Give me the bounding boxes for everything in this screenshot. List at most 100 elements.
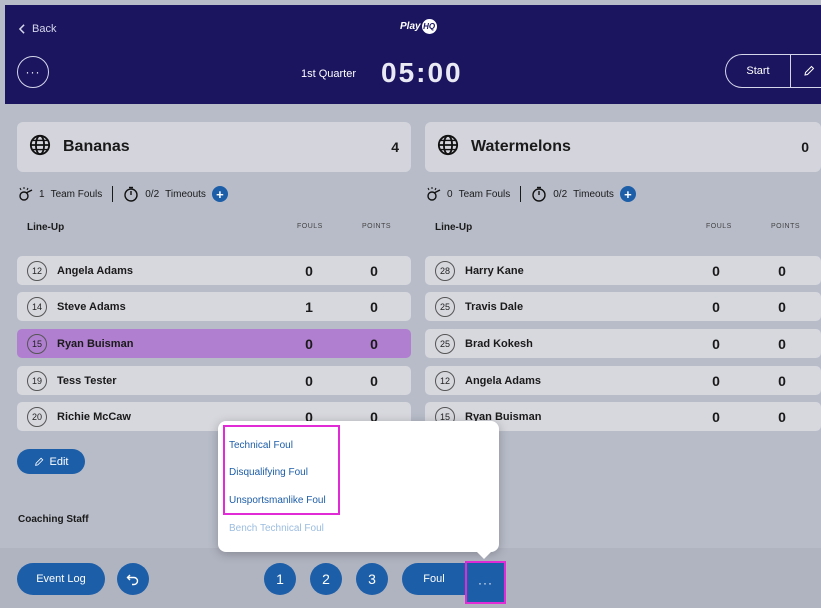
team-fouls-label: Team Fouls: [458, 188, 511, 200]
plus-icon: +: [216, 186, 224, 202]
whistle-icon: [427, 187, 441, 201]
player-fouls: 0: [712, 298, 720, 315]
technical-foul-option[interactable]: Technical Foul: [229, 440, 293, 451]
timeouts-label: Timeouts: [165, 188, 206, 200]
pencil-icon: [34, 457, 43, 466]
pencil-icon: [804, 65, 815, 76]
top-header: Back Play HQ ··· 1st Quarter 05:00 Start: [5, 5, 821, 104]
clock-controls: Start: [725, 54, 821, 88]
player-fouls: 0: [712, 262, 720, 279]
player-points: 0: [778, 298, 786, 315]
player-fouls: 0: [712, 335, 720, 352]
player-row[interactable]: 25 Brad Kokesh 0 0: [425, 329, 821, 358]
team-name: Watermelons: [471, 138, 571, 155]
player-row-selected[interactable]: 15 Ryan Buisman 0 0: [17, 329, 411, 358]
player-fouls: 0: [712, 408, 720, 425]
player-name: Steve Adams: [57, 300, 126, 313]
jersey-number: 15: [27, 333, 47, 354]
undo-icon: [126, 574, 139, 586]
whistle-icon: [19, 187, 33, 201]
player-points: 0: [370, 262, 378, 279]
add-timeout-button[interactable]: +: [619, 186, 636, 202]
player-row[interactable]: 14 Steve Adams 1 0: [17, 292, 411, 321]
team-score: 4: [391, 139, 399, 155]
foul-label: Foul: [423, 573, 445, 585]
player-row[interactable]: 12 Angela Adams 0 0: [17, 256, 411, 285]
edit-clock-button[interactable]: [791, 65, 821, 77]
player-fouls: 0: [305, 262, 313, 279]
jersey-number: 12: [27, 260, 47, 281]
timer-icon: [124, 186, 138, 202]
player-fouls: 1: [305, 298, 313, 315]
add-timeout-button[interactable]: +: [211, 186, 228, 202]
player-points: 0: [778, 372, 786, 389]
player-name: Brad Kokesh: [465, 337, 533, 350]
undo-button[interactable]: [117, 563, 149, 595]
divider: [520, 186, 522, 202]
player-fouls: 0: [305, 335, 313, 352]
player-name: Angela Adams: [465, 374, 542, 387]
team-score: 0: [801, 139, 809, 155]
player-points: 0: [370, 335, 378, 352]
start-button[interactable]: Start: [726, 65, 790, 77]
divider: [112, 186, 114, 202]
player-points: 0: [370, 298, 378, 315]
fouls-column-header: FOULS: [297, 223, 323, 230]
more-fouls-button[interactable]: ···: [465, 561, 506, 604]
disqualifying-foul-option[interactable]: Disqualifying Foul: [229, 467, 308, 478]
chevron-left-icon: [18, 24, 25, 34]
jersey-number: 28: [435, 260, 455, 281]
player-points: 0: [370, 372, 378, 389]
player-points: 0: [778, 335, 786, 352]
player-row[interactable]: 25 Travis Dale 0 0: [425, 292, 821, 321]
edit-label: Edit: [49, 455, 69, 468]
player-name: Ryan Buisman: [57, 337, 134, 350]
player-row[interactable]: 12 Angela Adams 0 0: [425, 366, 821, 395]
playhq-logo: Play HQ: [400, 19, 437, 34]
ellipsis-icon: ···: [478, 575, 493, 590]
player-name: Travis Dale: [465, 300, 524, 313]
back-button[interactable]: Back: [18, 23, 56, 35]
jersey-number: 14: [27, 296, 47, 317]
team-card-home: Bananas 4: [17, 122, 411, 172]
back-label: Back: [32, 23, 57, 35]
lineup-heading: Line-Up: [27, 222, 65, 233]
unsportsmanlike-foul-option[interactable]: Unsportsmanlike Foul: [229, 495, 326, 506]
game-clock: 05:00: [381, 57, 463, 88]
team-card-away: Watermelons 0: [425, 122, 821, 172]
add-2-points-button[interactable]: 2: [310, 563, 342, 595]
globe-icon: [437, 134, 459, 155]
more-menu-button[interactable]: ···: [17, 56, 49, 88]
player-name: Angela Adams: [57, 264, 134, 277]
event-log-label: Event Log: [36, 573, 86, 585]
player-fouls: 0: [305, 372, 313, 389]
timer-icon: [532, 186, 546, 202]
add-3-points-button[interactable]: 3: [356, 563, 388, 595]
team-stats-away: 0 Team Fouls 0/2 Timeouts +: [425, 186, 636, 202]
jersey-number: 25: [435, 333, 455, 354]
plus-icon: +: [624, 186, 632, 202]
player-points: 0: [778, 262, 786, 279]
player-name: Harry Kane: [465, 264, 524, 277]
points-column-header: POINTS: [362, 223, 392, 230]
player-fouls: 0: [712, 372, 720, 389]
edit-lineup-button[interactable]: Edit: [17, 449, 85, 474]
globe-icon: [29, 134, 51, 155]
timeouts-count: 0/2: [145, 188, 160, 200]
player-name: Ryan Buisman: [465, 410, 542, 423]
player-row[interactable]: 19 Tess Tester 0 0: [17, 366, 411, 395]
add-1-point-button[interactable]: 1: [264, 563, 296, 595]
team-name: Bananas: [63, 138, 130, 155]
player-row[interactable]: 28 Harry Kane 0 0: [425, 256, 821, 285]
jersey-number: 20: [27, 406, 47, 427]
team-fouls-label: Team Fouls: [50, 188, 103, 200]
event-log-button[interactable]: Event Log: [17, 563, 105, 595]
ellipsis-icon: ···: [25, 65, 41, 79]
bench-technical-foul-option: Bench Technical Foul: [229, 523, 324, 534]
team-stats-home: 1 Team Fouls 0/2 Timeouts +: [17, 186, 228, 202]
coaching-staff-heading: Coaching Staff: [18, 514, 89, 525]
timeouts-label: Timeouts: [573, 188, 614, 200]
jersey-number: 19: [27, 370, 47, 391]
logo-badge: HQ: [421, 19, 437, 34]
team-fouls-count: 0: [447, 188, 453, 200]
